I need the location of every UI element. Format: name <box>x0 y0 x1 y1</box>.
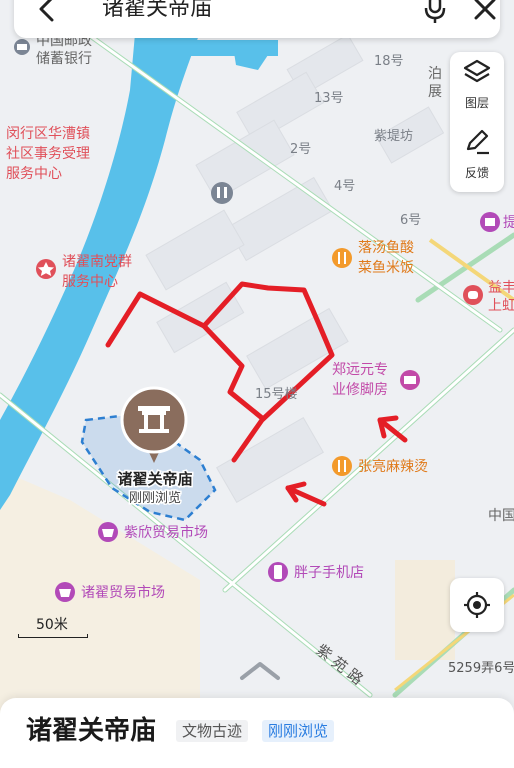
marker-tag: 刚刚浏览 <box>129 490 181 506</box>
service-icon <box>400 370 420 390</box>
market-icon <box>55 582 75 602</box>
marker-title: 诸翟关帝庙 <box>117 470 192 488</box>
market-icon <box>98 522 118 542</box>
lane-label: 5259弄6号 <box>448 661 514 676</box>
scale-bar: 50米 <box>18 614 88 640</box>
poi-ti-label[interactable]: 提 <box>503 215 514 231</box>
pharmacy-icon <box>463 285 483 305</box>
building-label: 18号 <box>374 54 404 69</box>
phone-icon <box>268 562 288 582</box>
restaurant-icon <box>332 248 352 268</box>
poi-phone-label[interactable]: 胖子手机店 <box>294 565 364 581</box>
poi-malatang-label[interactable]: 张亮麻辣烫 <box>358 458 428 475</box>
pencil-icon <box>466 129 489 155</box>
building-label: 2号 <box>290 142 311 157</box>
recently-viewed-badge: 刚刚浏览 <box>262 720 335 742</box>
search-bar[interactable]: 诸翟关帝庙 <box>14 0 500 38</box>
back-arrow-icon[interactable] <box>32 0 62 24</box>
building-label: 13号 <box>314 91 344 106</box>
feedback-button[interactable]: 反馈 <box>450 122 504 192</box>
poi-zhudi-label[interactable]: 诸翟贸易市场 <box>81 584 165 601</box>
building-label: 15号楼 <box>255 387 298 402</box>
crosshair-icon <box>464 592 490 618</box>
layers-label: 图层 <box>464 96 489 110</box>
poi-zhongguo-label[interactable]: 中国 <box>488 508 514 524</box>
map-tools-panel: 图层 反馈 <box>450 52 504 192</box>
building-label: 4号 <box>334 179 355 194</box>
bank-icon <box>14 39 30 55</box>
map-canvas[interactable]: 中国邮政储蓄银行 闵行区华漕镇社区事务受理服务中心 诸翟南党群服务中心 落汤鱼酸… <box>0 0 514 757</box>
chevron-up-icon[interactable] <box>238 658 282 682</box>
place-name: 诸翟关帝庙 <box>26 716 157 746</box>
search-query[interactable]: 诸翟关帝庙 <box>102 0 212 24</box>
layers-button[interactable]: 图层 <box>450 52 504 122</box>
star-icon <box>36 259 56 279</box>
locate-button[interactable] <box>450 578 504 632</box>
shop-icon <box>480 212 500 232</box>
area-label: 紫堤坊 <box>374 129 413 144</box>
layers-icon <box>463 59 491 83</box>
place-card[interactable]: 诸翟关帝庙 文物古迹 刚刚浏览 <box>0 698 514 768</box>
poi-zixin-label[interactable]: 紫欣贸易市场 <box>124 524 208 541</box>
feedback-label: 反馈 <box>464 166 489 180</box>
scale-label: 50米 <box>36 617 68 633</box>
place-category-tag: 文物古迹 <box>176 720 249 742</box>
microphone-icon[interactable] <box>420 0 450 24</box>
restroom-icon[interactable] <box>211 182 233 204</box>
restaurant-icon <box>332 456 352 476</box>
scale-line <box>18 634 88 638</box>
building-label: 6号 <box>400 213 421 228</box>
close-icon[interactable] <box>470 0 500 24</box>
